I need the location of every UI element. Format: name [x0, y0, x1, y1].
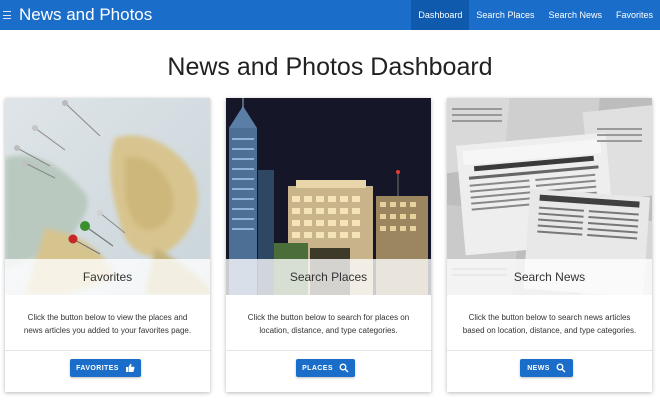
nav-favorites[interactable]: Favorites — [609, 0, 660, 30]
search-places-card-divider — [226, 350, 431, 351]
thumbs-up-icon — [125, 363, 135, 373]
nav-links: Dashboard Search Places Search News Favo… — [411, 0, 660, 30]
nav-search-places[interactable]: Search Places — [469, 0, 541, 30]
favorites-button[interactable]: FAVORITES — [70, 359, 141, 377]
favorites-card-divider — [5, 350, 210, 351]
favorites-card: Favorites Click the button below to view… — [5, 98, 210, 392]
news-button-label: NEWS — [527, 364, 550, 372]
favorites-button-label: FAVORITES — [76, 364, 119, 372]
brand-title[interactable]: News and Photos — [19, 5, 152, 25]
search-icon — [339, 363, 349, 373]
search-news-card: Search News Click the button below to se… — [447, 98, 652, 392]
search-places-card-title: Search Places — [226, 259, 431, 295]
page-title: News and Photos Dashboard — [167, 53, 493, 81]
menu-icon[interactable] — [3, 11, 11, 19]
search-places-card: Search Places Click the button below to … — [226, 98, 431, 392]
search-places-card-description: Click the button below to search for pla… — [247, 313, 410, 335]
search-news-card-description: Click the button below to search news ar… — [462, 313, 637, 335]
favorites-card-title: Favorites — [5, 259, 210, 295]
favorites-card-description: Click the button below to view the place… — [23, 313, 192, 335]
news-button[interactable]: NEWS — [520, 359, 573, 377]
places-button-label: PLACES — [302, 364, 333, 372]
search-news-card-divider — [447, 350, 652, 351]
search-news-card-title: Search News — [447, 259, 652, 295]
search-icon — [556, 363, 566, 373]
nav-search-news[interactable]: Search News — [541, 0, 609, 30]
places-button[interactable]: PLACES — [296, 359, 355, 377]
nav-dashboard[interactable]: Dashboard — [411, 0, 470, 30]
navbar: News and Photos Dashboard Search Places … — [0, 0, 660, 30]
